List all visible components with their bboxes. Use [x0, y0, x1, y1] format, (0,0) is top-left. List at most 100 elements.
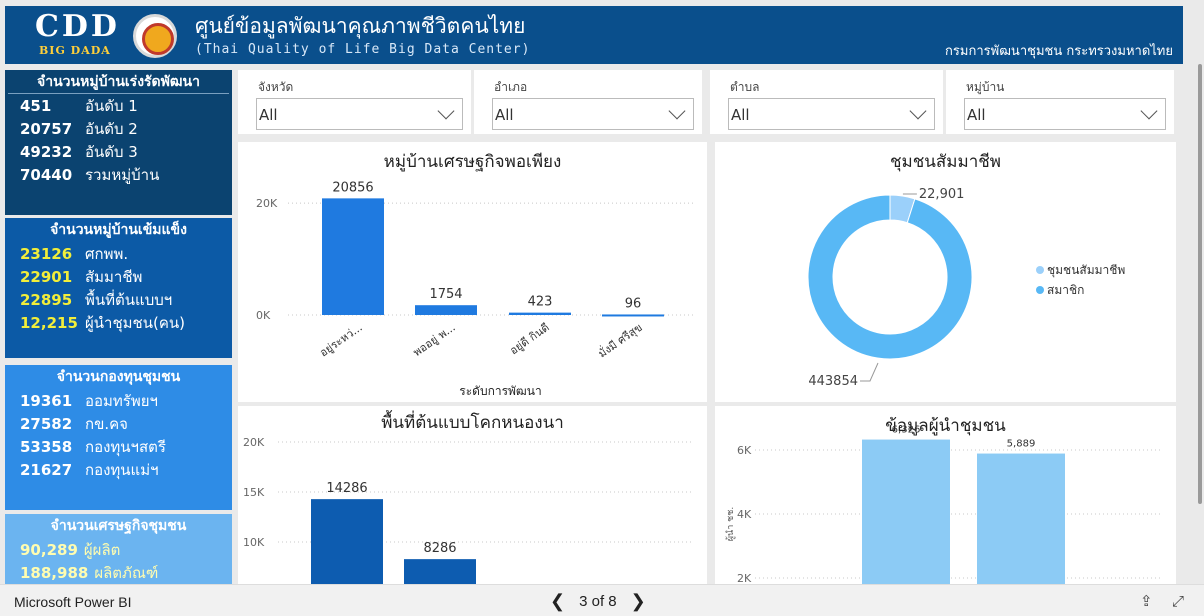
kpi-row: 20757 อันดับ 2: [5, 117, 232, 140]
x-tick-label: มั่งมี ศรีสุข: [595, 319, 645, 360]
kpi-label: ออมทรัพยฯ: [85, 391, 158, 410]
kpi-row: 19361 ออมทรัพยฯ: [5, 389, 232, 412]
x-tick-label: พออยู่ พ...: [411, 321, 458, 359]
kpi-row: 53358 กองทุนฯสตรี: [5, 435, 232, 458]
kpi-row: 451 อันดับ 1: [5, 94, 232, 117]
kpi-row: 27582 กข.คจ: [5, 412, 232, 435]
y-tick-label: 0K: [256, 309, 271, 322]
chevron-down-icon: [668, 102, 686, 120]
kpi-value: 70440: [20, 165, 73, 184]
kpi-row: 188,988 ผลิตภัณฑ์: [5, 561, 232, 584]
kpi-label: ผลิตภัณฑ์: [94, 563, 159, 582]
kpi-label: พื้นที่ต้นแบบฯ: [85, 290, 173, 309]
bar-value-label: 423: [528, 295, 553, 310]
legend-label: ชุมชนสัมมาชีพ: [1047, 263, 1125, 278]
chevron-down-icon: [1140, 102, 1158, 120]
page-subtitle: (Thai Quality of Life Big Data Center): [195, 42, 531, 57]
chevron-down-icon: [909, 102, 927, 120]
kpi-value: 49232: [20, 142, 73, 161]
organization-name: กรมการพัฒนาชุมชน กระทรวงมหาดไทย: [945, 44, 1173, 59]
previous-page-icon[interactable]: ❮: [550, 591, 565, 612]
share-icon[interactable]: ⇪: [1140, 592, 1153, 610]
community-leaders-bar-chart: 2K 4K 6K 6,326 5,889 ผู้นำ ชช.: [725, 425, 1160, 584]
district-dropdown[interactable]: All: [492, 98, 694, 130]
kpi-value: 451: [20, 96, 52, 115]
y-tick-label: 20K: [256, 197, 278, 210]
sufficiency-bar-chart: 0K 20K 20856 อยู่ระหว่... 1754 พออยู่ พ... 423…: [256, 180, 693, 398]
bar-value-label: 5,889: [1007, 439, 1036, 450]
cdd-logo: CDD: [35, 9, 120, 44]
kpi-label: กองทุนฯสตรี: [85, 437, 166, 456]
bar-value-label: 6,326: [892, 425, 921, 436]
kpi-row: 22901 สัมมาชีพ: [5, 265, 232, 288]
slicer-label: ตำบล: [730, 80, 760, 94]
chart-card-livelihood[interactable]: ชุมชนสัมมาชีพ 22,901 443854 ชุมชนสัมมาชีพส…: [715, 142, 1176, 402]
page-navigator: ❮ 3 of 8 ❯: [550, 591, 646, 612]
report-header: CDD BIG DADA ศูนย์ข้อมูลพัฒนาคุณภาพชีวิต…: [5, 6, 1183, 64]
legend-label: สมาชิก: [1047, 283, 1084, 297]
kpi-value: 23126: [20, 244, 73, 263]
kpi-row: 49232 อันดับ 3: [5, 140, 232, 163]
kpi-title: จำนวนกองทุนชุมชน: [56, 369, 181, 385]
chart-card-community-leaders[interactable]: ข้อมูลผู้นำชุมชน 2K 4K 6K 6,326 5,889 ผู้นำ ช…: [715, 406, 1176, 584]
kpi-row: 12,215 ผู้นำชุมชน(คน): [5, 311, 232, 334]
slicer-label: จังหวัด: [258, 80, 294, 94]
dropdown-value: All: [731, 106, 750, 124]
dropdown-value: All: [967, 106, 986, 124]
y-axis-label: ผู้นำ ชช.: [725, 507, 736, 541]
kpi-label: อันดับ 1: [85, 96, 138, 115]
x-tick-label: อยู่ระหว่...: [317, 321, 364, 360]
kpi-value: 188,988: [20, 563, 89, 582]
subdistrict-dropdown[interactable]: All: [728, 98, 935, 130]
kpi-label: รวมหมู่บ้าน: [85, 165, 160, 184]
kpi-row: 70440 รวมหมู่บ้าน: [5, 163, 232, 186]
bar-value-label: 1754: [429, 287, 462, 302]
kpi-label: ศกพพ.: [85, 244, 129, 263]
slicer-province: จังหวัด All: [238, 70, 471, 134]
chart-card-model-area[interactable]: พื้นที่ต้นแบบโคกหนองนา 5K10K15K20K142868…: [238, 406, 707, 584]
slicer-subdistrict: ตำบล All: [710, 70, 943, 134]
bar: [415, 305, 477, 315]
kpi-row: 22895 พื้นที่ต้นแบบฯ: [5, 288, 232, 311]
powerbi-footer: Microsoft Power BI ❮ 3 of 8 ❯ ⇪ ⤢: [0, 584, 1204, 616]
y-tick-label: 6K: [737, 444, 752, 457]
kpi-label: สัมมาชีพ: [85, 267, 143, 286]
chevron-down-icon: [437, 102, 455, 120]
scrollbar-thumb[interactable]: [1198, 64, 1202, 504]
kpi-value: 22895: [20, 290, 73, 309]
y-tick-label: 10K: [243, 536, 265, 549]
village-dropdown[interactable]: All: [964, 98, 1166, 130]
x-tick-label: อยู่ดี กินดี: [507, 321, 551, 357]
kpi-villages-strong: จำนวนหมู่บ้านเข้มแข็ง 23126 ศกพพ. 22901 สั…: [5, 218, 232, 358]
fullscreen-icon[interactable]: ⤢: [1172, 592, 1184, 610]
bar-value-label: 8286: [423, 541, 456, 556]
kpi-label: ผู้ผลิต: [83, 540, 121, 559]
leader-line: [860, 362, 879, 382]
kpi-row: 23126 ศกพพ.: [5, 242, 232, 265]
department-seal-icon: [133, 14, 177, 58]
kpi-label: กข.คจ: [85, 414, 128, 433]
report-canvas: CDD BIG DADA ศูนย์ข้อมูลพัฒนาคุณภาพชีวิต…: [0, 0, 1204, 616]
bar: [862, 439, 950, 584]
bar-value-label: 20856: [332, 180, 373, 195]
kpi-community-funds: จำนวนกองทุนชุมชน 19361 ออมทรัพยฯ 27582 กข.…: [5, 365, 232, 510]
kpi-value: 21627: [20, 460, 73, 479]
page-indicator: 3 of 8: [579, 593, 617, 610]
chart-card-sufficiency[interactable]: หมู่บ้านเศรษฐกิจพอเพียง 0K 20K 20856 อยู่ระ…: [238, 142, 707, 402]
x-axis-label: ระดับการพัฒนา: [459, 384, 541, 398]
y-tick-label: 20K: [243, 436, 265, 449]
kpi-value: 27582: [20, 414, 73, 433]
kpi-value: 12,215: [20, 313, 78, 332]
kpi-title: จำนวนหมู่บ้านเร่งรัดพัฒนา: [8, 70, 229, 94]
kpi-row: 21627 กองทุนแม่ฯ: [5, 458, 232, 481]
next-page-icon[interactable]: ❯: [631, 591, 646, 612]
bar: [311, 499, 383, 584]
kpi-value: 90,289: [20, 540, 78, 559]
powerbi-brand-link[interactable]: Microsoft Power BI: [14, 594, 131, 610]
donut-slice: [807, 194, 973, 360]
bar: [977, 453, 1065, 584]
slicer-village: หมู่บ้าน All: [946, 70, 1174, 134]
kpi-value: 22901: [20, 267, 73, 286]
province-dropdown[interactable]: All: [256, 98, 463, 130]
kpi-label: อันดับ 3: [85, 142, 138, 161]
